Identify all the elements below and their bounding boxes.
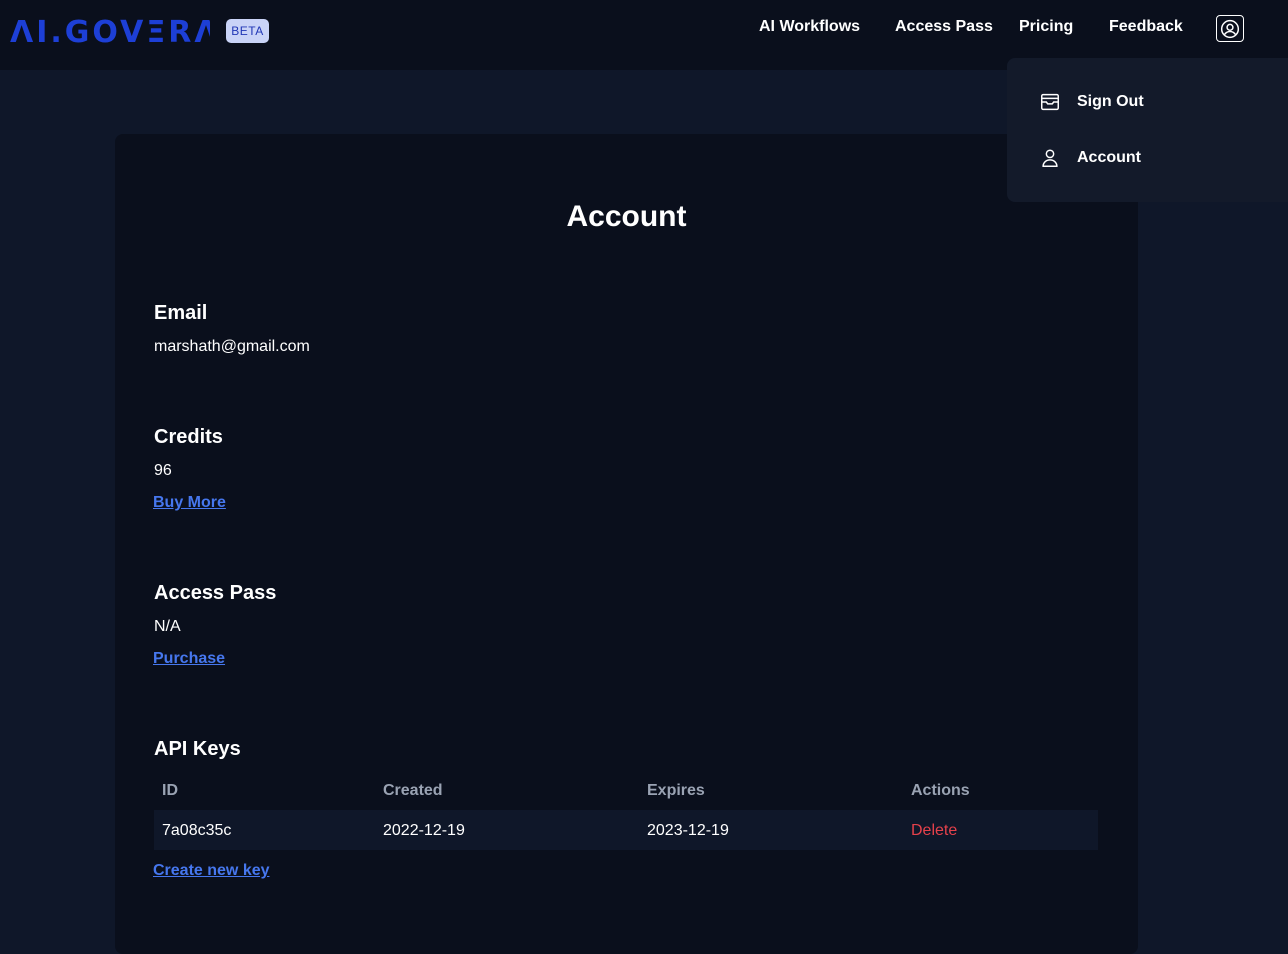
email-value: marshath@gmail.com bbox=[154, 338, 310, 355]
credits-heading: Credits bbox=[154, 426, 223, 448]
delete-key-button[interactable]: Delete bbox=[911, 822, 957, 840]
algovera-logo[interactable]: ΛI.GOVΞRΛ bbox=[10, 14, 210, 46]
beta-badge: BETA bbox=[226, 19, 269, 43]
access-pass-value: N/A bbox=[154, 618, 181, 635]
column-header-actions: Actions bbox=[911, 782, 970, 799]
purchase-link[interactable]: Purchase bbox=[153, 650, 225, 668]
user-dropdown-menu: Sign Out Account bbox=[1007, 58, 1288, 202]
api-key-created: 2022-12-19 bbox=[383, 822, 465, 839]
user-icon bbox=[1039, 147, 1061, 169]
menu-item-sign-out[interactable]: Sign Out bbox=[1007, 77, 1288, 127]
nav-pricing[interactable]: Pricing bbox=[1019, 18, 1073, 36]
credits-value: 96 bbox=[154, 462, 172, 479]
api-keys-heading: API Keys bbox=[154, 738, 241, 760]
column-header-id: ID bbox=[162, 782, 178, 799]
menu-item-label: Account bbox=[1077, 149, 1141, 166]
page-title: Account bbox=[566, 200, 687, 233]
svg-text:ΛI.GOVΞRΛ: ΛI.GOVΞRΛ bbox=[10, 15, 210, 46]
logo-wordmark: ΛI.GOVΞRΛ bbox=[10, 15, 210, 46]
nav-access-pass[interactable]: Access Pass bbox=[895, 18, 993, 36]
nav-feedback[interactable]: Feedback bbox=[1109, 18, 1183, 36]
api-key-expires: 2023-12-19 bbox=[647, 822, 729, 839]
menu-item-account[interactable]: Account bbox=[1007, 133, 1288, 183]
account-card: Account Email marshath@gmail.com Credits… bbox=[115, 134, 1138, 954]
archive-box-icon bbox=[1039, 91, 1061, 113]
user-circle-icon bbox=[1220, 19, 1240, 38]
buy-more-link[interactable]: Buy More bbox=[153, 494, 226, 512]
email-heading: Email bbox=[154, 302, 208, 324]
create-new-key-link[interactable]: Create new key bbox=[153, 862, 270, 880]
table-row: 7a08c35c 2022-12-19 2023-12-19 Delete bbox=[154, 810, 1098, 850]
column-header-created: Created bbox=[383, 782, 443, 799]
user-menu-button[interactable] bbox=[1216, 15, 1244, 42]
nav-ai-workflows[interactable]: AI Workflows bbox=[759, 18, 860, 36]
menu-item-label: Sign Out bbox=[1077, 93, 1144, 110]
access-pass-heading: Access Pass bbox=[154, 582, 277, 604]
api-key-id: 7a08c35c bbox=[162, 822, 232, 839]
column-header-expires: Expires bbox=[647, 782, 705, 799]
